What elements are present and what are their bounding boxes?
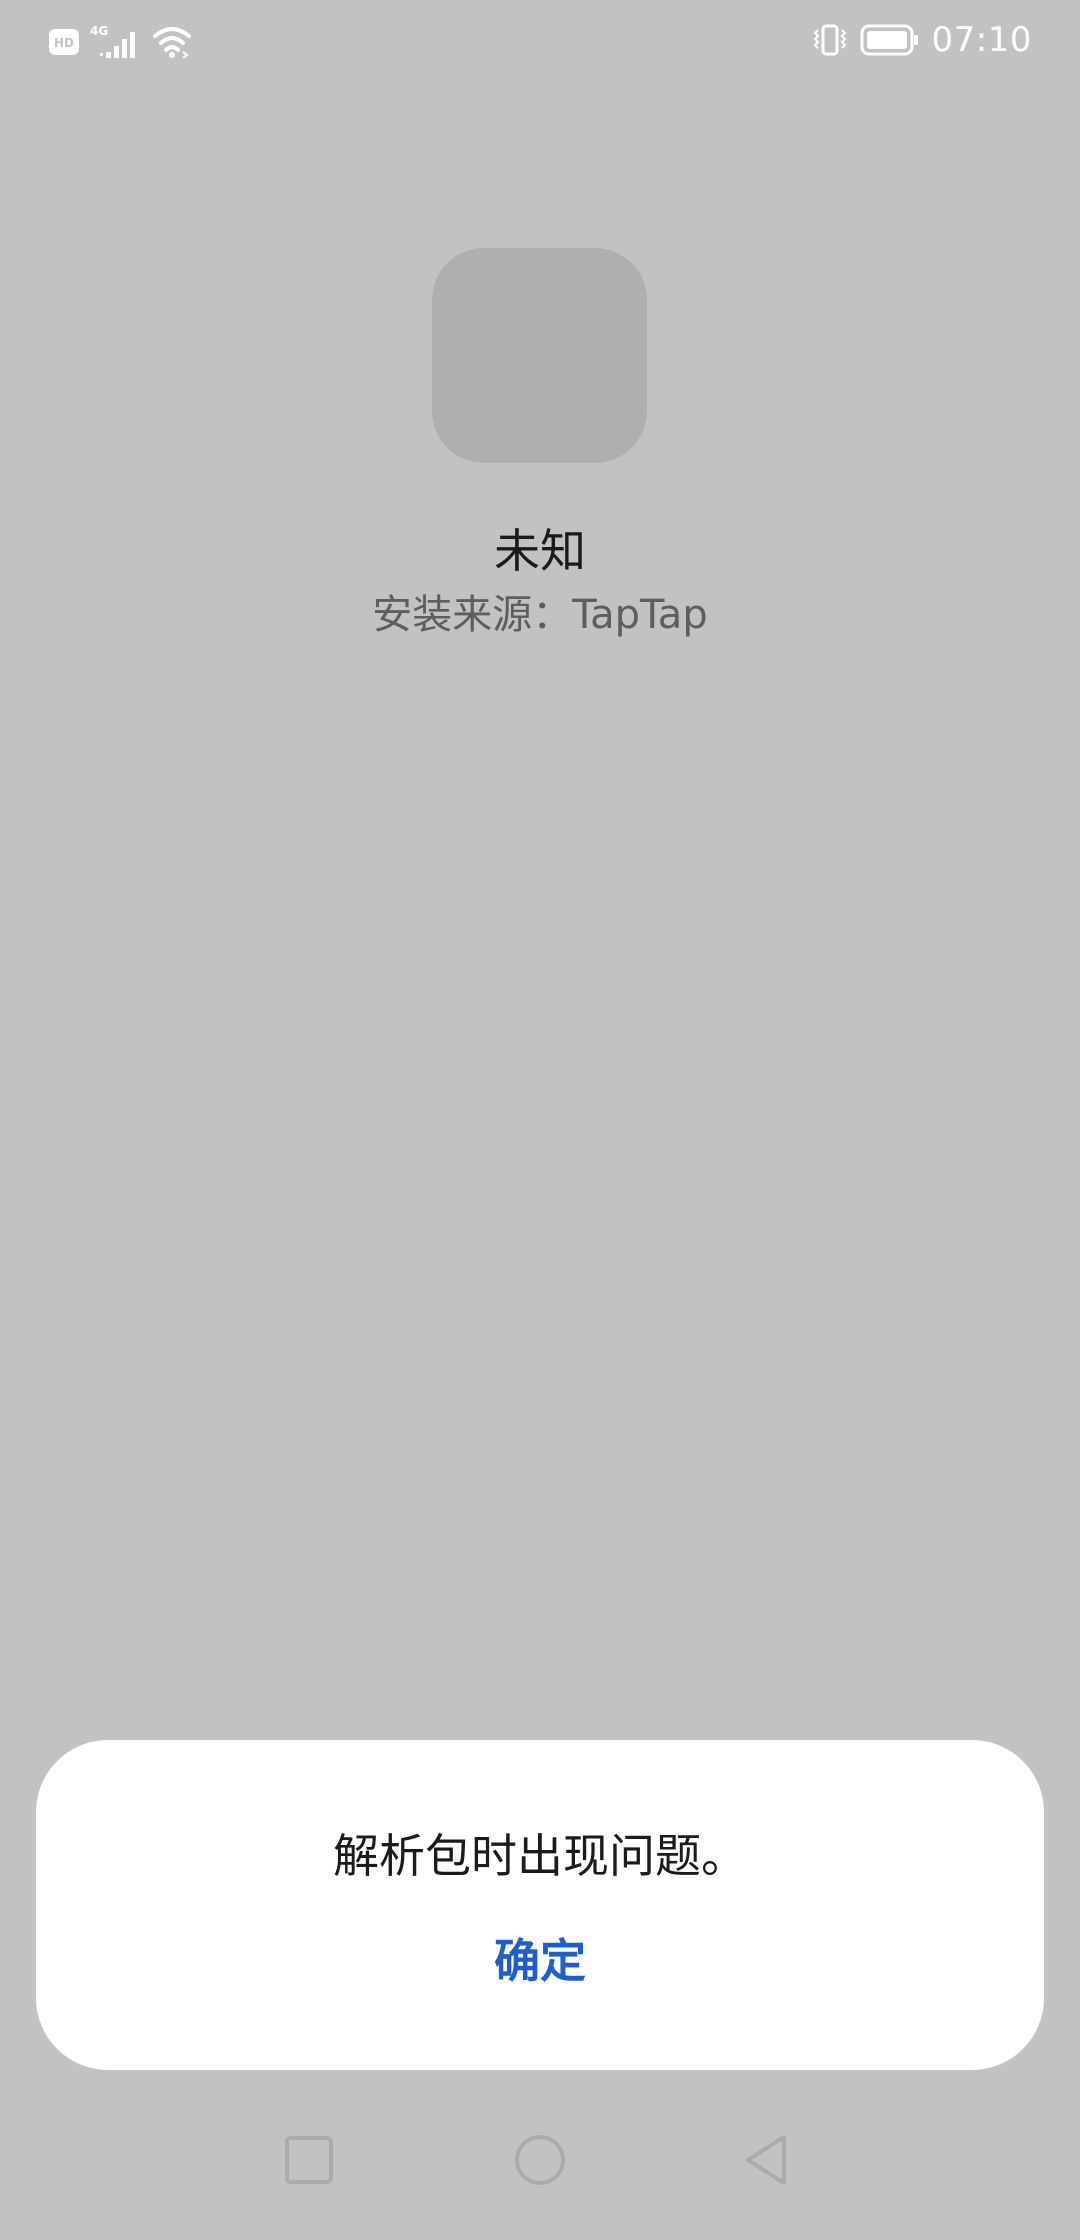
- status-bar-left: HD 4G: [48, 20, 192, 64]
- parse-error-dialog: 解析包时出现问题。 确定: [36, 1740, 1044, 2070]
- cellular-signal-icon: 4G: [90, 24, 135, 58]
- battery-icon: [860, 24, 918, 56]
- clock: 07:10: [931, 20, 1032, 60]
- home-button[interactable]: [500, 2120, 580, 2200]
- install-source: 安装来源：TapTap: [372, 592, 708, 638]
- recents-square-icon: [285, 2136, 333, 2184]
- status-bar: HD 4G 07:10: [0, 0, 1080, 80]
- navigation-bar: [0, 2120, 1080, 2240]
- svg-text:4G: 4G: [90, 24, 108, 38]
- svg-text:HD: HD: [54, 36, 74, 50]
- app-placeholder-icon: [432, 248, 647, 463]
- hd-icon: HD: [49, 29, 79, 55]
- status-bar-right: 07:10: [812, 16, 1032, 64]
- dialog-message: 解析包时出现问题。: [333, 1829, 747, 1883]
- back-button[interactable]: [728, 2120, 808, 2200]
- app-name: 未知: [494, 524, 586, 578]
- wifi-icon: [153, 27, 191, 59]
- confirm-button[interactable]: 确定: [440, 1918, 640, 1998]
- recents-button[interactable]: [269, 2120, 349, 2200]
- home-circle-icon: [515, 2135, 565, 2185]
- back-triangle-icon: [746, 2135, 786, 2185]
- vibrate-icon: [813, 24, 846, 56]
